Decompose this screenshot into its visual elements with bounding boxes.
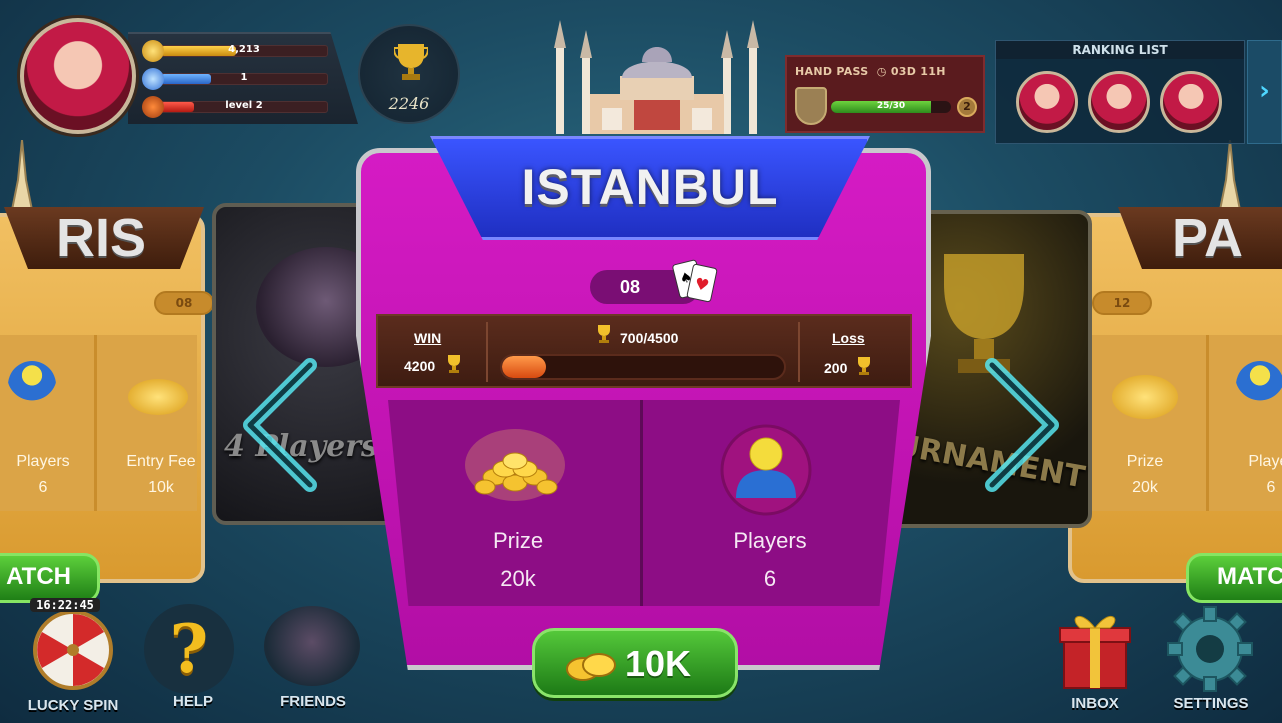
prize-label: Prize <box>492 528 544 553</box>
trophy-icon <box>448 355 460 373</box>
band-divider-left <box>486 322 488 382</box>
match-button-right[interactable]: MATC <box>1186 553 1282 603</box>
inbox-label: INBOX <box>1071 695 1119 712</box>
card-prize-label-right: Prize <box>1126 453 1164 470</box>
hand-pass-level: 2 <box>957 97 977 117</box>
lucky-spin-button[interactable]: LUCKY SPIN <box>18 606 128 716</box>
join-button-label: 10K <box>625 643 692 684</box>
players-label: Players <box>733 528 807 553</box>
players-icon <box>8 361 56 409</box>
friends-icon <box>264 606 360 686</box>
coins-stat: 4,213 <box>142 40 332 62</box>
paris-card-left[interactable]: RIS 08 Players 6 Entry Fee 10k <box>0 207 214 583</box>
friends-button[interactable]: FRIENDS <box>258 602 368 712</box>
lucky-spin-label: LUCKY SPIN <box>27 697 119 714</box>
win-value: 4200 <box>404 358 436 374</box>
player-icon <box>720 424 812 516</box>
lucky-spin-timer: 16:22:45 <box>30 598 100 612</box>
ranking-list-panel[interactable]: RANKING LIST <box>995 40 1245 144</box>
trophy-icon <box>858 357 870 375</box>
card-players-label-left: Players <box>16 453 70 470</box>
hand-pass-title: HAND PASS ◷ 03D 11H <box>795 65 980 78</box>
loss-value: 200 <box>824 360 848 376</box>
band-divider-right <box>798 322 800 382</box>
gift-icon <box>1059 616 1131 689</box>
coins-icon <box>128 379 188 415</box>
room-progress-bar <box>500 354 786 380</box>
help-icon: ? <box>144 604 234 694</box>
ranking-avatar-2[interactable] <box>1088 71 1150 133</box>
room-title: ISTANBUL <box>521 159 779 215</box>
progress-text: 700/4500 <box>620 330 679 346</box>
win-label: WIN <box>414 330 442 346</box>
next-arrow-icon[interactable] <box>980 355 1070 495</box>
level-value: level 2 <box>225 100 263 111</box>
card-entry-fee-value: 10k <box>148 479 174 496</box>
card-info-right: Prize 20k Player 6 <box>1076 335 1282 511</box>
shield-icon <box>795 87 827 125</box>
card-banner-left: RIS <box>4 207 204 269</box>
ranking-avatar-3[interactable] <box>1160 71 1222 133</box>
card-players-label-right: Player <box>1248 453 1282 470</box>
trophy-icon <box>598 325 610 343</box>
gems-stat: 1 <box>142 68 332 90</box>
trophy-count-badge[interactable]: 2246 <box>358 24 460 124</box>
gems-value: 1 <box>240 72 248 83</box>
settings-label: SETTINGS <box>1173 695 1249 712</box>
card-info-left: Players 6 Entry Fee 10k <box>0 335 197 511</box>
inbox-button[interactable]: INBOX <box>1040 604 1150 714</box>
coins-icon <box>566 653 616 681</box>
ranking-title: RANKING LIST <box>996 41 1244 59</box>
progress-band: WIN 4200 700/4500 Loss 200 <box>376 314 912 388</box>
coins-value: 4,213 <box>228 44 260 55</box>
ranking-next-button[interactable]: › <box>1247 40 1282 144</box>
playing-cards-icon: ♠ ♥ <box>672 259 718 303</box>
card-prize-value-right: 20k <box>1132 479 1158 496</box>
hand-pass-timer: 03D 11H <box>890 65 946 78</box>
loss-label: Loss <box>832 330 865 346</box>
hand-pass-progress-text: 25/30 <box>876 101 906 111</box>
trophy-icon <box>394 44 428 80</box>
player-avatar[interactable] <box>20 18 136 134</box>
hand-pass-label: HAND PASS <box>795 65 869 78</box>
trophy-count: 2246 <box>388 94 430 113</box>
gear-icon <box>1167 606 1253 692</box>
card-banner-right: PA <box>1118 207 1282 269</box>
wheel-icon <box>33 610 113 690</box>
card-count-right: 12 <box>1092 291 1152 315</box>
friends-label: FRIENDS <box>280 693 346 710</box>
help-label: HELP <box>172 693 213 710</box>
ranking-avatar-1[interactable] <box>1016 71 1078 133</box>
coins-icon <box>1112 375 1178 419</box>
card-count-left: 08 <box>154 291 214 315</box>
player-stats-panel: 4,213 1 level 2 <box>128 32 358 124</box>
paris-card-right[interactable]: PA 12 Prize 20k Player 6 <box>1068 207 1282 583</box>
match-button-left[interactable]: ATCH <box>0 553 100 603</box>
coins-icon <box>465 429 565 501</box>
card-entry-fee-label: Entry Fee <box>126 453 196 470</box>
card-players-value-left: 6 <box>38 479 48 496</box>
prize-value: 20k <box>500 566 536 591</box>
prev-arrow-icon[interactable] <box>232 355 322 495</box>
join-button[interactable]: 10K <box>532 628 738 698</box>
help-button[interactable]: ? HELP <box>138 602 248 712</box>
clock-icon: ◷ <box>872 65 887 78</box>
level-stat: level 2 <box>142 96 332 118</box>
istanbul-mosque-icon <box>554 20 759 134</box>
card-players-value-right: 6 <box>1266 479 1276 496</box>
players-icon <box>1236 361 1282 409</box>
hand-pass-panel[interactable]: HAND PASS ◷ 03D 11H 25/30 2 <box>785 55 985 133</box>
settings-button[interactable]: SETTINGS <box>1156 604 1266 714</box>
info-divider <box>640 400 643 606</box>
room-progress-fill <box>502 356 546 378</box>
players-value: 6 <box>763 566 777 591</box>
